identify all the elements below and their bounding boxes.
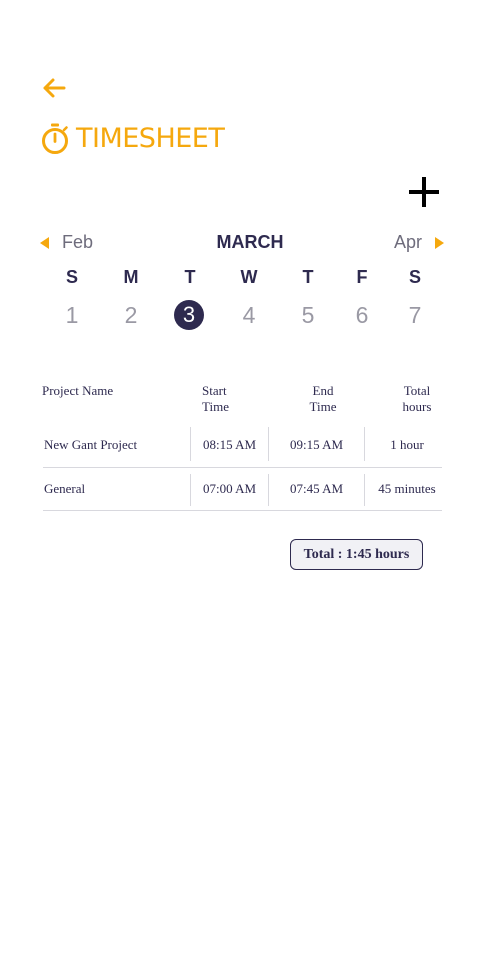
row-end-time: 09:15 AM — [289, 437, 344, 452]
prev-month-button[interactable]: Feb — [40, 232, 93, 253]
weekday-tue: T — [184, 267, 196, 287]
caret-right-icon — [435, 236, 445, 249]
row-total-hours: 1 hour — [390, 437, 424, 452]
calendar-day[interactable]: 5 — [292, 299, 324, 331]
calendar-day[interactable]: 7 — [399, 299, 431, 331]
row-total-hours: 45 minutes — [378, 481, 436, 496]
add-entry-button[interactable] — [406, 174, 442, 210]
row-project-name: General — [44, 481, 86, 496]
row-project-name: New Gant Project — [44, 437, 138, 452]
page-title-text: TIMESHEET — [76, 123, 225, 154]
page-title: TIMESHEET — [41, 123, 225, 154]
current-month-label: MARCH — [216, 232, 284, 252]
row-divider — [43, 467, 442, 468]
next-month-button[interactable]: Apr — [394, 232, 445, 253]
weekday-mon: M — [123, 267, 139, 287]
row-start-time: 07:00 AM — [202, 481, 257, 496]
col-header-start: Start Time — [202, 383, 229, 414]
row-divider — [43, 510, 442, 511]
col-header-end: End Time — [309, 383, 337, 414]
stopwatch-icon — [42, 123, 68, 154]
weekday-sun: S — [65, 267, 78, 287]
calendar-day[interactable]: 2 — [115, 299, 147, 331]
calendar-day[interactable]: 4 — [233, 299, 265, 331]
weekday-thu: T — [302, 267, 314, 287]
caret-left-icon — [40, 236, 49, 249]
calendar-day[interactable]: 1 — [56, 299, 88, 331]
row-end-time: 07:45 AM — [289, 481, 344, 496]
next-month-label: Apr — [394, 232, 423, 252]
total-hours-badge: Total : 1:45 hours — [290, 539, 423, 570]
prev-month-label: Feb — [62, 232, 94, 252]
weekday-wed: W — [240, 267, 258, 287]
weekday-fri: F — [356, 267, 368, 287]
row-start-time: 08:15 AM — [202, 437, 257, 452]
weekday-sat: S — [408, 267, 421, 287]
col-header-total: Total hours — [402, 383, 432, 414]
calendar-day[interactable]: 6 — [346, 299, 378, 331]
back-arrow-icon[interactable] — [40, 76, 68, 100]
calendar-day-selected[interactable]: 3 — [174, 300, 204, 330]
col-header-project: Project Name — [42, 383, 114, 398]
